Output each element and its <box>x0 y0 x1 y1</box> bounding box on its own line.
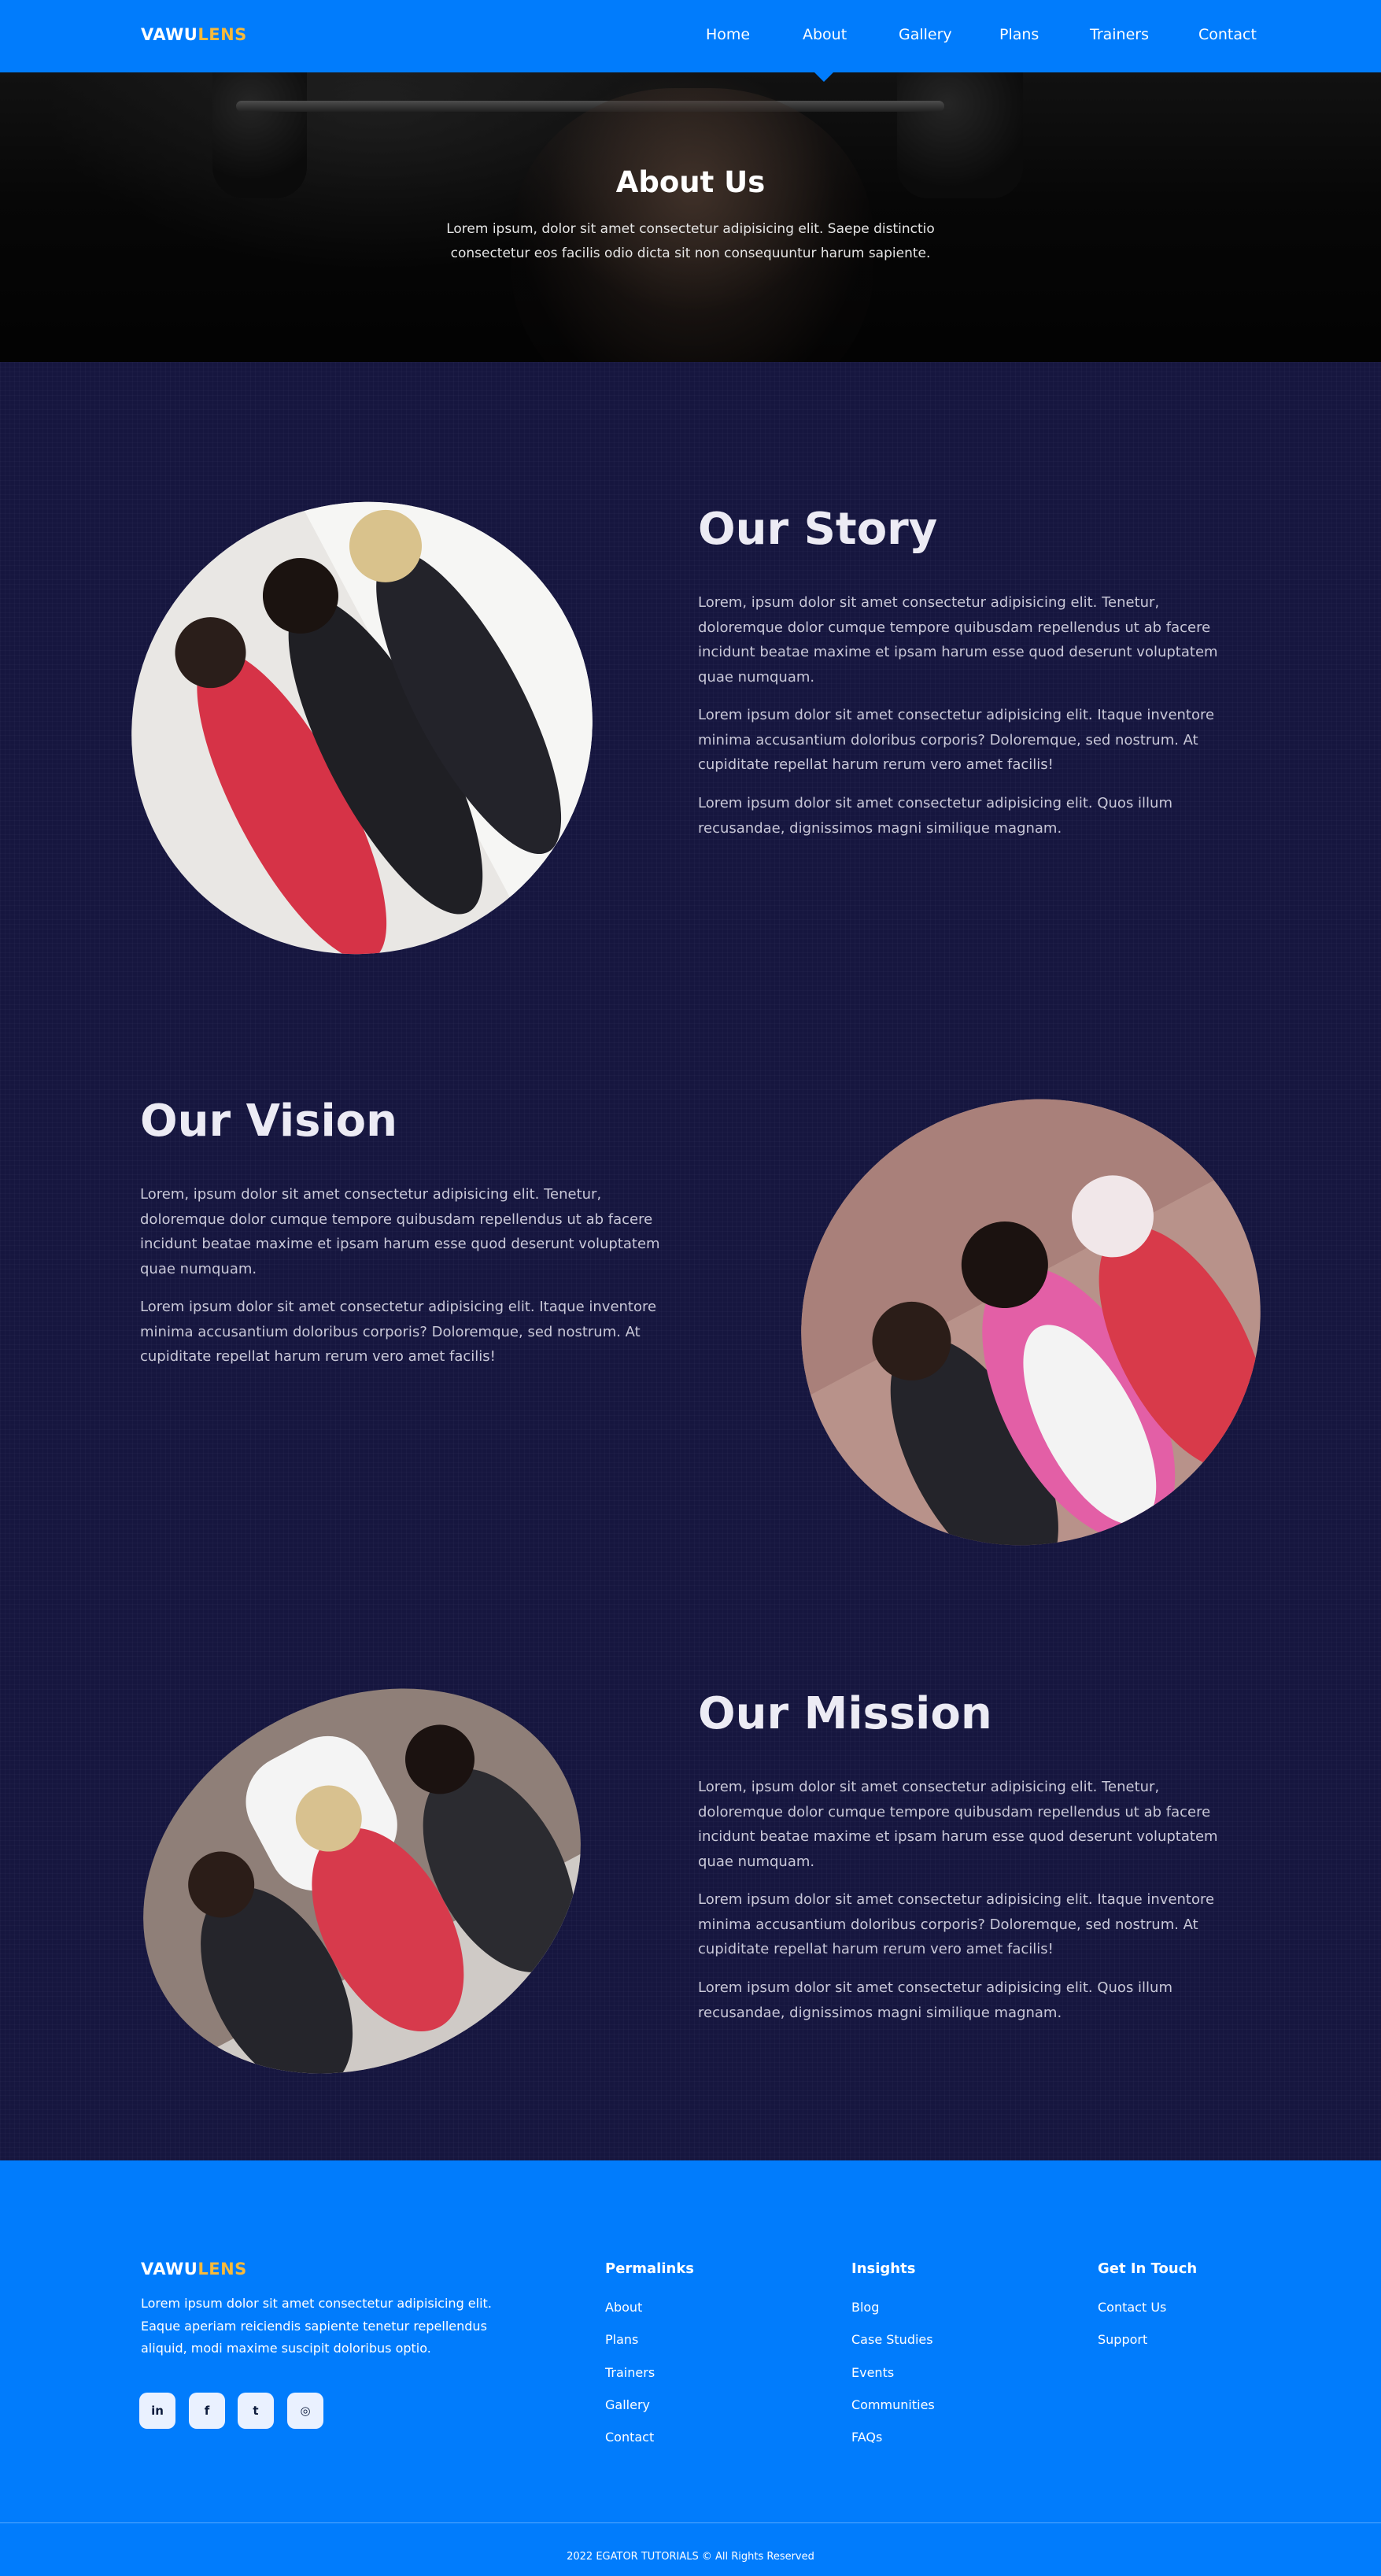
story-photo <box>51 420 673 1036</box>
nav-link-plans[interactable]: Plans <box>999 26 1039 43</box>
footer-divider <box>0 2522 1381 2523</box>
linkedin-icon[interactable]: in <box>139 2393 175 2429</box>
twitter-icon[interactable]: t <box>238 2393 274 2429</box>
footer-brand-part1: VAWU <box>141 2260 198 2278</box>
mission-paragraph-3: Lorem ipsum dolor sit amet consectetur a… <box>698 1979 1172 2021</box>
footer-link-blog[interactable]: Blog <box>851 2300 879 2315</box>
instagram-icon[interactable]: ◎ <box>287 2393 323 2429</box>
hero-description: Lorem ipsum, dolor sit amet consectetur … <box>446 221 935 261</box>
story-paragraph-2: Lorem ipsum dolor sit amet consectetur a… <box>698 707 1215 773</box>
nav-link-gallery[interactable]: Gallery <box>899 26 952 43</box>
footer-link-case-studies[interactable]: Case Studies <box>851 2332 933 2347</box>
nav-link-about[interactable]: About <box>803 26 847 43</box>
footer-link-contact-us[interactable]: Contact Us <box>1098 2300 1166 2315</box>
active-nav-indicator <box>814 72 834 82</box>
story-title: Our Story <box>698 504 938 555</box>
story-paragraph-1: Lorem, ipsum dolor sit amet consectetur … <box>698 594 1218 686</box>
footer-link-communities[interactable]: Communities <box>851 2397 935 2412</box>
vision-paragraph-1: Lorem, ipsum dolor sit amet consectetur … <box>140 1186 660 1277</box>
navbar: VAWULENS Home About Gallery Plans Traine… <box>0 0 1381 72</box>
footer-link-about[interactable]: About <box>605 2300 642 2315</box>
footer-link-gallery[interactable]: Gallery <box>605 2397 650 2412</box>
footer-link-contact[interactable]: Contact <box>605 2430 654 2445</box>
footer-heading-insights: Insights <box>851 2260 916 2277</box>
footer-brand-part2: LENS <box>198 2260 247 2278</box>
nav-link-home[interactable]: Home <box>706 26 750 43</box>
hero-title: About Us <box>615 165 766 199</box>
nav-link-trainers[interactable]: Trainers <box>1090 26 1149 43</box>
main-nav: Home About Gallery Plans Trainers Contac… <box>0 0 1381 72</box>
footer-link-events[interactable]: Events <box>851 2365 894 2380</box>
vision-title: Our Vision <box>140 1096 398 1147</box>
footer-link-trainers[interactable]: Trainers <box>605 2365 655 2380</box>
vision-paragraph-2: Lorem ipsum dolor sit amet consectetur a… <box>140 1299 657 1365</box>
footer: VAWULENS Lorem ipsum dolor sit amet cons… <box>0 2160 1381 2576</box>
about-content: Our Story Lorem, ipsum dolor sit amet co… <box>0 362 1381 2160</box>
footer-link-plans[interactable]: Plans <box>605 2332 638 2347</box>
footer-link-support[interactable]: Support <box>1098 2332 1147 2347</box>
footer-link-faqs[interactable]: FAQs <box>851 2430 882 2445</box>
mission-paragraph-2: Lorem ipsum dolor sit amet consectetur a… <box>698 1891 1215 1957</box>
copyright-text: 2022 EGATOR TUTORIALS © All Rights Reser… <box>567 2551 814 2563</box>
mission-title: Our Mission <box>698 1688 992 1739</box>
hero-banner: About Us Lorem ipsum, dolor sit amet con… <box>0 72 1381 362</box>
story-paragraph-3: Lorem ipsum dolor sit amet consectetur a… <box>698 795 1172 837</box>
footer-heading-permalinks: Permalinks <box>605 2260 695 2277</box>
footer-heading-get-in-touch: Get In Touch <box>1098 2260 1198 2277</box>
footer-description: Lorem ipsum dolor sit amet consectetur a… <box>141 2296 492 2356</box>
footer-brand-logo[interactable]: VAWULENS <box>141 2260 247 2278</box>
mission-paragraph-1: Lorem, ipsum dolor sit amet consectetur … <box>698 1779 1218 1870</box>
facebook-icon[interactable]: f <box>189 2393 225 2429</box>
mission-photo <box>75 1613 649 2149</box>
nav-link-contact[interactable]: Contact <box>1198 26 1257 43</box>
vision-photo <box>722 1018 1339 1626</box>
